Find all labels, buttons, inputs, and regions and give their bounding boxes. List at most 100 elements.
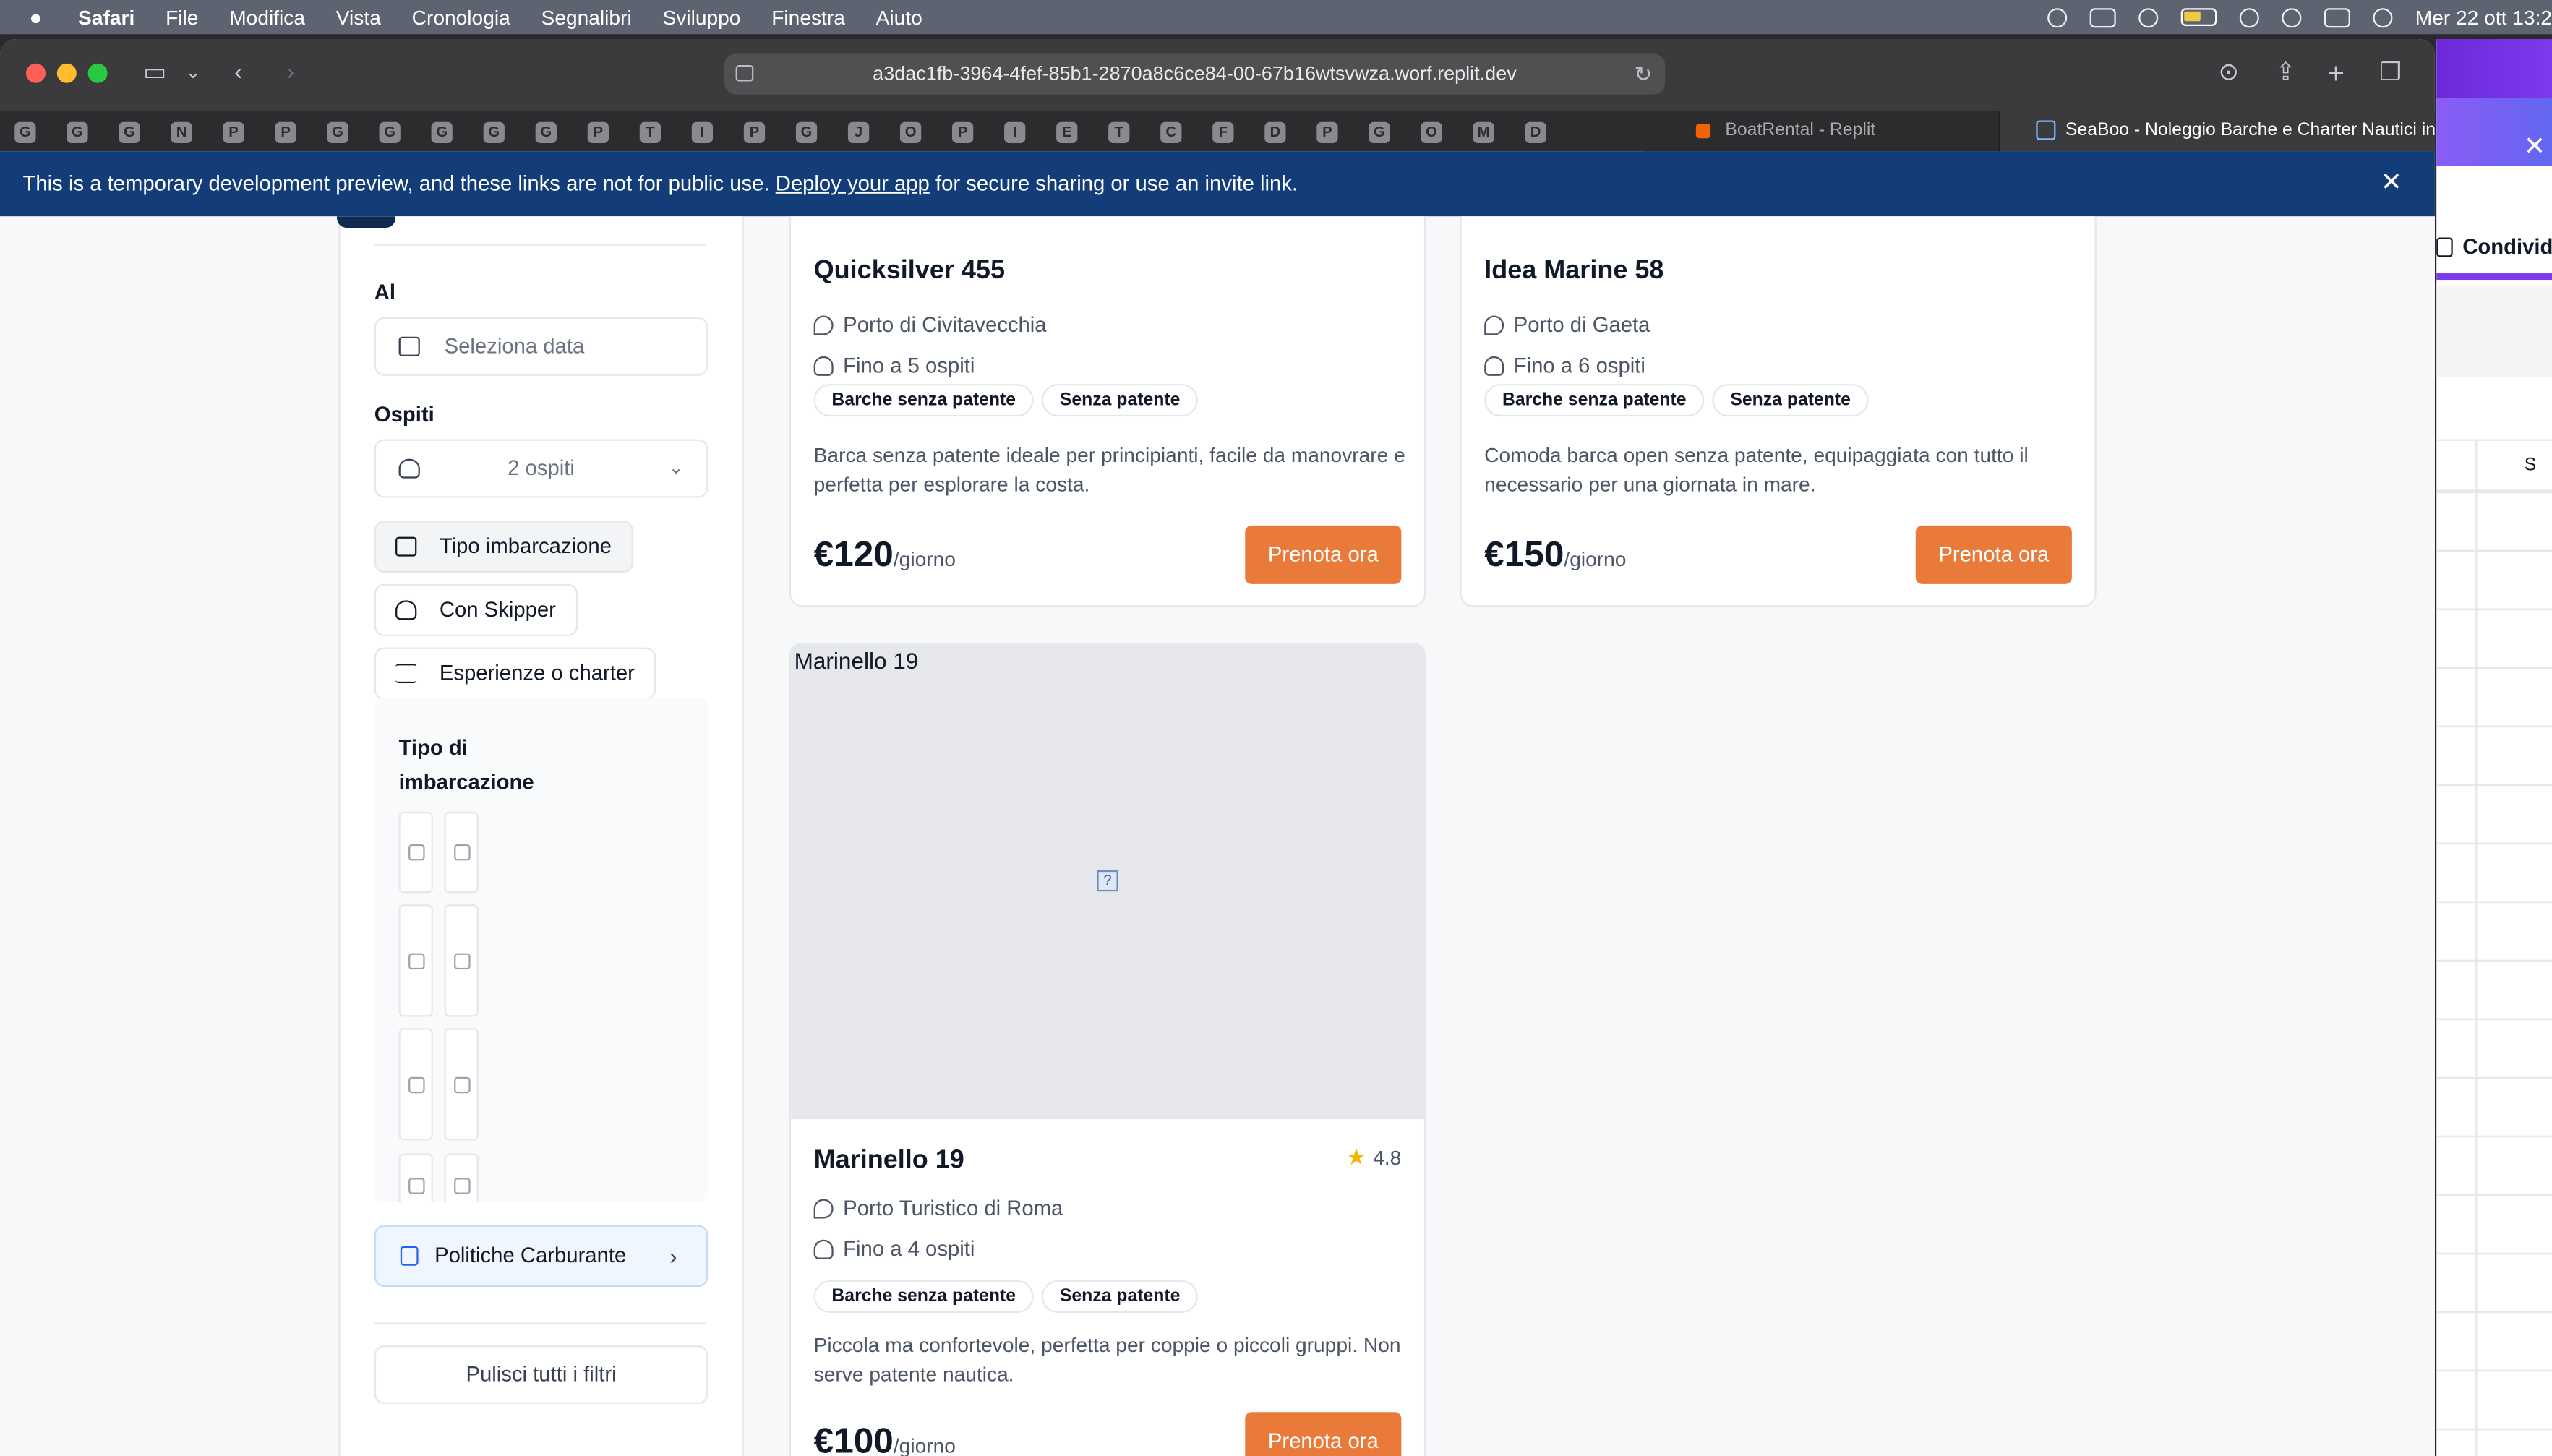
- checkbox[interactable]: [454, 953, 471, 970]
- pinned-tab-favicon-icon[interactable]: P: [952, 121, 974, 144]
- deploy-link[interactable]: Deploy your app: [776, 171, 930, 195]
- boat-image[interactable]: Marinello 19 ?: [791, 644, 1424, 1120]
- boat-type-filter-button[interactable]: Tipo imbarcazione: [374, 521, 633, 573]
- boat-name[interactable]: Idea Marine 58: [1484, 257, 1663, 287]
- pinned-tab-favicon-icon[interactable]: G: [483, 121, 505, 144]
- tab-seaboo[interactable]: SeaBoo - Noleggio Barche e Charter Nauti…: [1998, 111, 2435, 152]
- checkbox[interactable]: [408, 1076, 425, 1094]
- pinned-tab-favicon-icon[interactable]: G: [14, 121, 36, 144]
- boat-card[interactable]: Idea Marine 58 Porto di Gaeta Fino a 6 o…: [1460, 216, 2097, 607]
- clear-filters-button[interactable]: Pulisci tutti i filtri: [374, 1345, 708, 1405]
- pinned-tab-favicon-icon[interactable]: O: [1421, 121, 1442, 144]
- new-tab-icon[interactable]: +: [2327, 59, 2345, 88]
- back-icon[interactable]: ‹: [234, 59, 242, 88]
- checkbox[interactable]: [454, 844, 471, 861]
- pinned-tab-favicon-icon[interactable]: D: [1264, 121, 1286, 144]
- pinned-tab-favicon-icon[interactable]: G: [795, 121, 818, 144]
- boat-name[interactable]: Marinello 19: [814, 1147, 964, 1176]
- checkbox[interactable]: [408, 1178, 425, 1194]
- pinned-tab-favicon-icon[interactable]: I: [691, 121, 714, 144]
- siri-icon[interactable]: [2373, 7, 2393, 27]
- pinned-tab-favicon-icon[interactable]: G: [379, 121, 401, 144]
- minimize-window-button[interactable]: [56, 63, 77, 83]
- downloads-icon[interactable]: ⊙: [2219, 59, 2239, 88]
- menu-file[interactable]: File: [166, 6, 198, 29]
- skipper-filter-button[interactable]: Con Skipper: [374, 583, 578, 636]
- chevron-down-icon[interactable]: ⌄: [186, 59, 201, 88]
- pinned-tab-favicon-icon[interactable]: M: [1473, 121, 1494, 144]
- pinned-tab-favicon-icon[interactable]: P: [1316, 121, 1338, 144]
- pinned-tab-favicon-icon[interactable]: F: [1212, 121, 1234, 144]
- date-to-input[interactable]: Seleziona data: [374, 317, 708, 376]
- checkbox[interactable]: [408, 953, 425, 970]
- fuel-policy-button[interactable]: Politiche Carburante ›: [374, 1225, 708, 1287]
- boat-type-option[interactable]: [398, 811, 433, 894]
- menu-segnalibri[interactable]: Segnalibri: [541, 6, 632, 29]
- pinned-tab-favicon-icon[interactable]: P: [223, 121, 244, 144]
- screen-mirroring-icon[interactable]: [2089, 7, 2116, 27]
- wifi-icon[interactable]: [2239, 7, 2259, 27]
- book-now-button[interactable]: Prenota ora: [1245, 525, 1402, 584]
- boat-type-option[interactable]: [444, 1153, 479, 1202]
- menu-cronologia[interactable]: Cronologia: [412, 6, 510, 29]
- boat-type-option[interactable]: [444, 904, 479, 1017]
- tab-overview-icon[interactable]: ❐: [2379, 59, 2401, 88]
- checkbox[interactable]: [454, 1178, 471, 1194]
- guests-select[interactable]: 2 ospiti ⌄: [374, 439, 708, 498]
- pinned-tab-favicon-icon[interactable]: J: [847, 121, 870, 144]
- boat-type-option[interactable]: [444, 1028, 479, 1141]
- boat-card[interactable]: Quicksilver 455 Porto di Civitavecchia F…: [789, 216, 1426, 607]
- mute-icon[interactable]: [2047, 7, 2067, 27]
- boat-type-option[interactable]: [398, 904, 433, 1017]
- spotlight-search-icon[interactable]: [2282, 7, 2302, 27]
- boat-type-option[interactable]: [398, 1028, 433, 1141]
- close-icon[interactable]: ✕: [2524, 130, 2545, 163]
- book-now-button[interactable]: Prenota ora: [1245, 1412, 1402, 1456]
- pinned-tab-favicon-icon[interactable]: P: [587, 121, 609, 144]
- pinned-tab-favicon-icon[interactable]: T: [1108, 121, 1130, 144]
- control-center-icon[interactable]: [2324, 7, 2350, 27]
- close-banner-icon[interactable]: ✕: [2381, 151, 2402, 216]
- pinned-tab-favicon-icon[interactable]: G: [535, 121, 557, 144]
- pinned-tab-favicon-icon[interactable]: O: [899, 121, 922, 144]
- pinned-tab-favicon-icon[interactable]: E: [1056, 121, 1078, 144]
- checkbox[interactable]: [454, 1076, 471, 1094]
- spreadsheet-column-header[interactable]: S: [2436, 439, 2552, 492]
- zoom-window-button[interactable]: [87, 63, 108, 83]
- pinned-tab-favicon-icon[interactable]: G: [119, 121, 140, 144]
- menu-app-name[interactable]: Safari: [78, 6, 134, 29]
- pinned-tab-favicon-icon[interactable]: G: [327, 121, 348, 144]
- menu-aiuto[interactable]: Aiuto: [876, 6, 922, 29]
- boat-type-option[interactable]: [398, 1153, 433, 1202]
- pinned-tab-favicon-icon[interactable]: G: [1369, 121, 1390, 144]
- battery-icon[interactable]: [2180, 8, 2217, 27]
- pinned-tab-favicon-icon[interactable]: I: [1004, 121, 1026, 144]
- site-settings-icon[interactable]: [735, 65, 754, 82]
- share-icon[interactable]: ⇪: [2275, 59, 2295, 88]
- pinned-tab-favicon-icon[interactable]: G: [431, 121, 453, 144]
- boat-card[interactable]: Marinello 19 ? Marinello 19 ★ 4.8 Porto T…: [789, 642, 1426, 1456]
- apple-logo-icon[interactable]: ●: [30, 5, 56, 30]
- menu-modifica[interactable]: Modifica: [229, 6, 305, 29]
- pinned-tab-favicon-icon[interactable]: P: [275, 121, 296, 144]
- boat-name[interactable]: Quicksilver 455: [814, 257, 1005, 287]
- boat-type-option[interactable]: [444, 811, 479, 894]
- forward-icon[interactable]: ›: [286, 59, 294, 88]
- bluetooth-icon[interactable]: [2138, 7, 2159, 27]
- pinned-tab-favicon-icon[interactable]: N: [171, 121, 192, 144]
- close-window-button[interactable]: [26, 63, 46, 83]
- menu-vista[interactable]: Vista: [336, 6, 381, 29]
- tab-boatrental-replit[interactable]: BoatRental - Replit: [1643, 111, 1999, 152]
- experiences-filter-button[interactable]: Esperienze o charter: [374, 647, 656, 700]
- menu-sviluppo[interactable]: Sviluppo: [662, 6, 740, 29]
- share-button[interactable]: Condivid: [2436, 215, 2552, 281]
- menu-bar-clock[interactable]: Mer 22 ott 13:2: [2415, 6, 2552, 29]
- checkbox[interactable]: [408, 844, 425, 861]
- pinned-tab-favicon-icon[interactable]: C: [1160, 121, 1182, 144]
- sidebar-toggle-icon[interactable]: ▭: [143, 59, 166, 88]
- reload-icon[interactable]: ↻: [1635, 53, 1653, 94]
- pinned-tab-favicon-icon[interactable]: T: [639, 121, 661, 144]
- address-bar[interactable]: a3dac1fb-3964-4fef-85b1-2870a8c6ce84-00-…: [724, 53, 1666, 95]
- pinned-tab-favicon-icon[interactable]: D: [1525, 121, 1546, 144]
- menu-finestra[interactable]: Finestra: [771, 6, 845, 29]
